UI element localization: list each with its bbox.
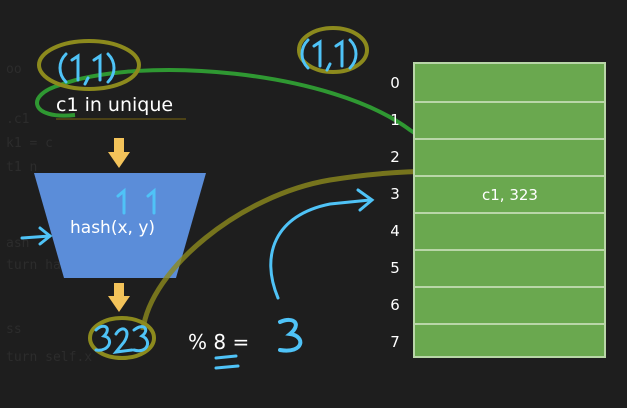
- arrow-into-hash-annotation: [20, 226, 53, 246]
- row-number: 7: [390, 333, 400, 351]
- hash-table: [413, 62, 606, 358]
- table-slot: [415, 286, 604, 323]
- table-slot: [415, 212, 604, 249]
- lookup-label: c1 in unique: [56, 94, 174, 116]
- row-number: 6: [390, 296, 400, 314]
- row-number: 4: [390, 222, 400, 240]
- arrow-down-from-hash: [108, 283, 130, 312]
- row-number: 5: [390, 259, 400, 277]
- table-cell-entry: c1, 323: [482, 186, 538, 204]
- table-slot: [415, 249, 604, 286]
- handwritten-tuple-left: [58, 52, 116, 86]
- row-number: 2: [390, 148, 400, 166]
- table-slot: [415, 138, 604, 175]
- arrow-to-row-3-annotation: [269, 188, 375, 300]
- arrow-down-to-hash: [108, 138, 130, 168]
- circle-annotation-tuple-left: [37, 39, 141, 91]
- table-slot: [415, 323, 604, 360]
- table-slot: [415, 101, 604, 138]
- table-slot: [415, 64, 604, 101]
- row-number: 1: [390, 111, 400, 129]
- row-number: 0: [390, 74, 400, 92]
- handwritten-result-3: [278, 317, 303, 353]
- row-number: 3: [390, 185, 400, 203]
- lookup-underline: [56, 118, 186, 120]
- handwritten-double-underline: [214, 354, 240, 370]
- modulo-expression: % 8 =: [188, 330, 250, 354]
- handwritten-323: [94, 324, 150, 354]
- hash-function-label: hash(x, y): [70, 218, 156, 238]
